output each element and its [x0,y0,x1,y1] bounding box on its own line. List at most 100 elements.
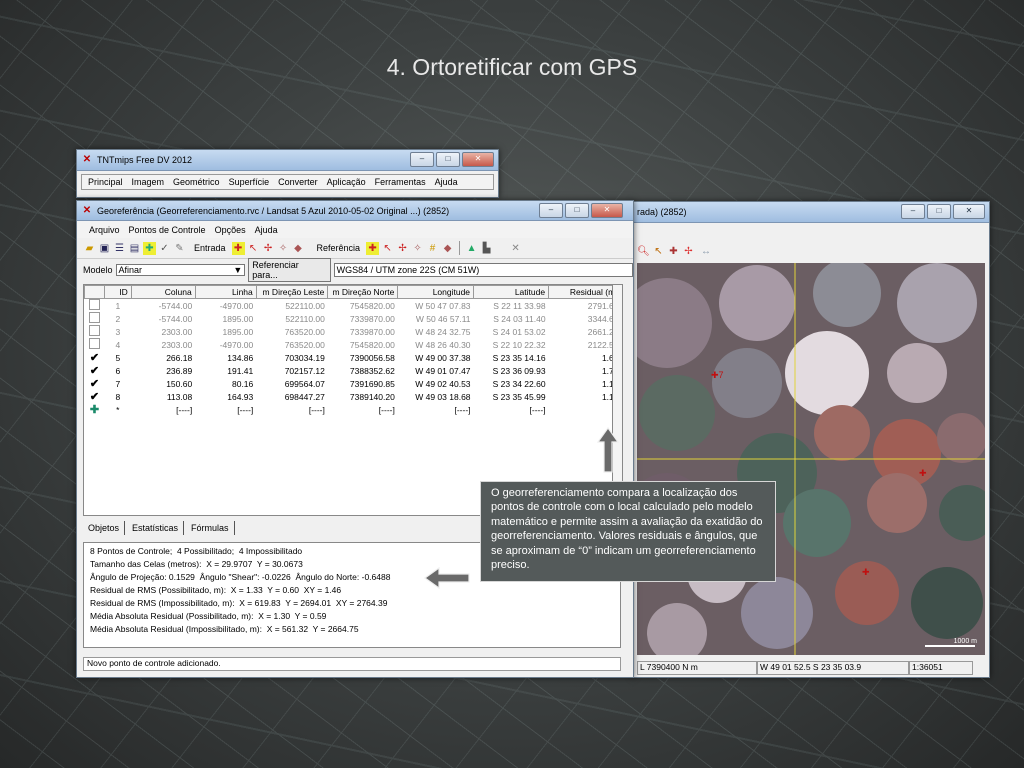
crs-field[interactable]: WGS84 / UTM zone 22S (CM 51W) [333,262,634,277]
pointer-tool-icon[interactable]: ↖ [652,245,665,258]
table-cell: S 22 11 33.98 [493,300,546,311]
checkbox[interactable] [85,338,105,351]
checkbox[interactable] [85,299,105,313]
column-header[interactable]: Longitude [397,285,475,299]
measure-icon[interactable]: ↔ [697,245,715,258]
main-menu-item[interactable]: Aplicação [327,177,366,187]
main-menu-item[interactable]: Principal [88,177,123,187]
table-cell: 7339870.00 [349,326,395,337]
list-icon[interactable]: ☰ [113,242,126,255]
main-menu-item[interactable]: Ajuda [435,177,458,187]
checkbox[interactable] [85,312,105,325]
table-cell: 164.93 [227,391,254,402]
open-folder-icon[interactable]: ▰ [83,242,96,255]
georef-menu-item[interactable]: Pontos de Controle [129,225,206,235]
maximize-button[interactable]: □ [436,152,460,167]
import-icon[interactable]: ▲ [465,242,478,255]
table-icon[interactable]: ▤ [128,242,141,255]
table-row[interactable]: 2 -5744.00 1895.00 522110.00 7339870.00 W 50 … [85,312,622,325]
georef-maximize-button[interactable]: □ [565,203,589,218]
add-point-icon[interactable]: ✚ [667,245,680,258]
checkmark-icon[interactable]: ✔ [85,351,105,364]
zoom-icon[interactable]: 🔍︎ [637,245,650,258]
edit-icon[interactable]: ✎ [173,242,186,255]
table-cell: 2661.28 [587,326,619,337]
column-header[interactable]: m Direção Leste [255,285,329,299]
georef-minimize-button[interactable]: – [539,203,563,218]
table-row[interactable]: ✔ 7 150.60 80.16 699564.07 7391690.85 W 49 02 … [85,377,622,390]
georef-menu-item[interactable]: Opções [215,225,246,235]
table-row[interactable]: ✔ 8 113.08 164.93 698447.27 7389140.20 W 49 03… [85,390,622,403]
view-maximize-button[interactable]: □ [927,204,951,219]
tab[interactable]: Estatísticas [127,521,185,535]
column-header[interactable]: Coluna [130,285,196,299]
column-header[interactable]: ID [103,285,132,299]
minimize-button[interactable]: – [410,152,434,167]
referencia-tag-icon[interactable]: ◆ [441,242,454,255]
column-header[interactable]: Residual (m) [548,285,622,299]
georef-toolbar: ▰ ▣ ☰ ▤ ✚ ✓ ✎ Entrada ✚ ↖ ✢ ✧ ◆ Referênc… [77,238,633,259]
table-cell: 7545820.00 [349,300,395,311]
referencia-move-icon[interactable]: ✢ [396,242,409,255]
referencia-pointer-icon[interactable]: ↖ [381,242,394,255]
checkmark-icon[interactable]: ✔ [85,390,105,403]
entrada-pointer-icon[interactable]: ↖ [247,242,260,255]
tab[interactable]: Fórmulas [186,521,235,535]
table-cell: 150.60 [166,378,193,389]
referenciar-button[interactable]: Referenciar para... [248,257,331,282]
slide-title: 4. Ortoretificar com GPS [386,54,638,80]
entrada-select-icon[interactable]: ✧ [277,242,290,255]
satellite-image-view[interactable]: ✚7 ✚ ✚ 1000 m [637,263,985,655]
tab[interactable]: Objetos [83,521,126,535]
close-button[interactable]: ✕ [462,152,494,167]
main-menu-item[interactable]: Superfície [229,177,270,187]
checkmark-icon[interactable]: ✔ [85,364,105,377]
view-window-title: rada) (2852) [637,207,687,217]
referencia-select-icon[interactable]: ✧ [411,242,424,255]
move-point-icon[interactable]: ✢ [682,245,695,258]
entrada-tag-icon[interactable]: ◆ [292,242,305,255]
table-row[interactable]: 4 2303.00 -4970.00 763520.00 7545820.00 W 48 … [85,338,622,351]
save-icon[interactable]: ▣ [98,242,111,255]
table-cell: -5744.00 [158,300,193,311]
referencia-point-icon[interactable]: ✚ [366,241,380,255]
table-cell: 2303.00 [161,339,193,350]
view-close-button[interactable]: ✕ [953,204,985,219]
georef-menu-item[interactable]: Arquivo [89,225,120,235]
stats-line: Média Absoluta Residual (Possibilitado, … [90,611,327,621]
grid-icon[interactable]: # [426,242,439,255]
delete-icon[interactable]: ✕ [509,242,522,255]
georef-titlebar[interactable]: ✕ Georeferência (Georreferenciamento.rvc… [77,201,633,221]
main-window-titlebar[interactable]: ✕ TNTmips Free DV 2012 – □ ✕ [77,150,498,171]
table-cell: 7339870.00 [349,313,395,324]
add-row-icon[interactable]: ✚ [85,403,105,416]
main-menu-item[interactable]: Ferramentas [375,177,426,187]
entrada-move-icon[interactable]: ✢ [262,242,275,255]
table-row[interactable]: ✔ 6 236.89 191.41 702157.12 7388352.62 W 49 01… [85,364,622,377]
main-menu-item[interactable]: Imagem [132,177,165,187]
table-row[interactable]: ✔ 5 266.18 134.86 703034.19 7390056.58 W 49 00… [85,351,622,364]
table-row[interactable]: 3 2303.00 1895.00 763520.00 7339870.00 W 48 2… [85,325,622,338]
export-icon[interactable]: ▙ [480,242,493,255]
checkmark-icon[interactable]: ✔ [85,377,105,390]
view-minimize-button[interactable]: – [901,204,925,219]
main-menu-item[interactable]: Geométrico [173,177,220,187]
column-header[interactable]: Linha [194,285,257,299]
georef-menu-item[interactable]: Ajuda [255,225,278,235]
main-menu-item[interactable]: Converter [278,177,318,187]
modelo-label: Modelo [83,264,113,275]
georef-close-button[interactable]: ✕ [591,203,623,218]
add-point-tool-icon[interactable]: ✚ [143,241,156,255]
entrada-point-icon[interactable]: ✚ [231,241,245,255]
tntmips-logo-icon: ✕ [82,154,92,165]
checkbox[interactable] [85,325,105,338]
accept-icon[interactable]: ✓ [158,242,171,255]
table-cell: 699564.07 [284,378,325,389]
table-cell: 7545820.00 [349,339,395,350]
modelo-select[interactable]: Afinar ▼ [115,263,246,276]
column-header[interactable]: Latitude [473,285,550,299]
table-row[interactable]: 1 -5744.00 -4970.00 522110.00 7545820.00 W 50… [85,299,622,313]
new-row[interactable]: ✚ * [----] [----] [----] [----] [----] [----] [85,403,622,416]
view-window-titlebar[interactable]: rada) (2852) – □ ✕ [633,202,989,223]
column-header[interactable]: m Direção Norte [327,285,399,299]
